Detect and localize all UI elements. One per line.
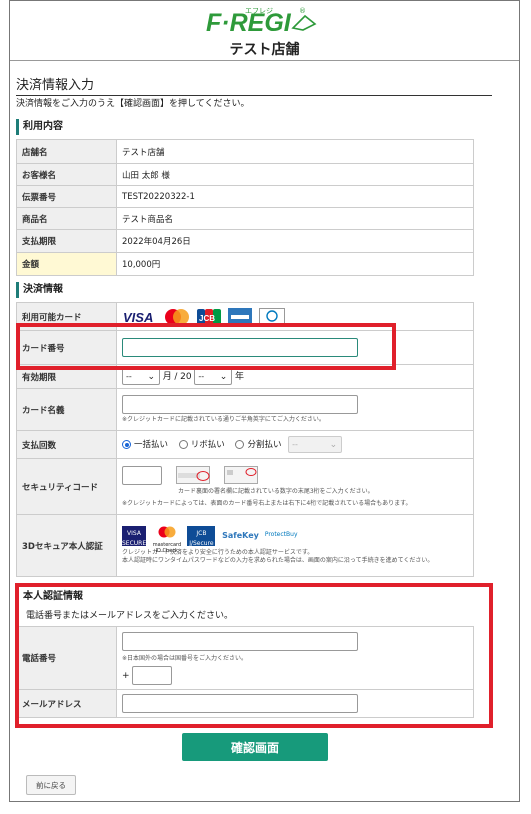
jcb-jsecure-icon: JCB J/Secure <box>187 526 216 547</box>
table-row: カード名義 ※クレジットカードに記載されている通りご半角英字にてご入力ください。 <box>16 388 474 431</box>
svg-text:JCB: JCB <box>199 314 215 323</box>
payment-heading: 決済情報 <box>16 282 492 298</box>
usage-value: 10,000円 <box>116 252 474 276</box>
page-title: 決済情報入力 <box>16 74 492 96</box>
logo-registered: ® <box>299 7 306 15</box>
table-row: セキュリティコード カード裏面の署名欄に記載されている数字の末尾3桁をご入力くだ… <box>16 458 474 515</box>
logo-kana: エフレジ <box>245 7 273 15</box>
usage-table: 店舗名 テスト店舗 お客様名 山田 太郎 様 伝票番号 TEST20220322-1 … <box>16 139 474 276</box>
chevron-down-icon: ⌄ <box>329 440 338 450</box>
chevron-down-icon: ⌄ <box>219 372 228 382</box>
installment-radio-revolving[interactable] <box>178 440 188 449</box>
installment-radio-lump[interactable] <box>122 440 131 449</box>
safekey-icon: SafeKey <box>222 531 259 540</box>
chevron-down-icon: ⌄ <box>147 372 155 382</box>
logo-mark-icon <box>291 14 317 31</box>
visa-icon: VISA <box>123 310 153 324</box>
protectbuy-icon: ProtectBuy <box>264 531 298 538</box>
visa-secure-icon: VISA SECURE <box>122 526 146 547</box>
expiry-prefix: 20 <box>180 372 192 382</box>
card-back-icon <box>176 466 210 484</box>
security-label: セキュリティコード <box>16 458 117 515</box>
installment-label: 支払回数 <box>16 430 117 459</box>
expiry-month-select[interactable]: -- ⌄ <box>122 368 160 385</box>
usage-label: 支払期限 <box>16 229 117 253</box>
expiry-separator: / <box>174 372 178 382</box>
table-row: 3Dセキュア本人認証 VISA SECURE mastercard ID Che… <box>16 514 474 577</box>
security-note-2: ※クレジットカードによっては、表面のカード番号右上または右下に4桁で記載されてい… <box>122 499 412 507</box>
expiry-year-select[interactable]: -- ⌄ <box>194 368 233 385</box>
usage-value: 2022年04月26日 <box>116 229 474 253</box>
ds-cell: VISA SECURE mastercard ID Check JCB J/Se… <box>116 514 474 577</box>
confirm-button[interactable]: 確認画面 <box>182 733 328 761</box>
ds-note-1: クレジットカード決済をより安全に行うための本人認証サービスです。 <box>122 549 314 556</box>
security-note-1: カード裏面の署名欄に記載されている数字の末尾3桁をご入力ください。 <box>178 487 374 495</box>
table-row: 店舗名 テスト店舗 <box>16 139 474 164</box>
ds-label: 3Dセキュア本人認証 <box>16 514 117 577</box>
security-code-input[interactable] <box>122 465 162 485</box>
usage-value: TEST20220322-1 <box>116 185 474 208</box>
page-lead: 決済情報をご入力のうえ【確認画面】を押してください。 <box>16 99 250 109</box>
table-row: 商品名 テスト商品名 <box>16 207 474 230</box>
mastercard-idcheck-icon: mastercard ID Check <box>153 526 181 554</box>
svg-text:VISA: VISA <box>123 310 153 324</box>
usage-label: 伝票番号 <box>16 185 117 208</box>
mastercard-icon <box>158 526 176 538</box>
usage-value: 山田 太郎 様 <box>116 163 474 186</box>
card-number-highlight <box>16 323 396 370</box>
card-holder-input[interactable] <box>122 395 358 414</box>
expiry-month-unit: 月 <box>162 372 172 382</box>
usage-label: お客様名 <box>16 163 117 186</box>
usage-heading: 利用内容 <box>16 119 492 135</box>
table-row: 金額 10,000円 <box>16 252 474 276</box>
expiry-year-unit: 年 <box>235 372 245 382</box>
installment-option: リボ払い <box>190 440 225 450</box>
usage-label: 店舗名 <box>16 139 117 164</box>
installment-radio-split[interactable] <box>235 440 245 449</box>
installment-count-select[interactable]: -- ⌄ <box>288 436 343 453</box>
identity-highlight <box>15 583 493 728</box>
usage-value: テスト商品名 <box>116 207 474 230</box>
table-row: 支払期限 2022年04月26日 <box>16 229 474 253</box>
installment-option: 分割払い <box>247 440 282 450</box>
holder-cell: ※クレジットカードに記載されている通りご半角英字にてご入力ください。 <box>116 388 474 431</box>
header: F·REGI エフレジ ® テスト店舗 <box>10 1 519 61</box>
store-name: テスト店舗 <box>229 42 300 58</box>
ds-note-2: 本人認証時にワンタイムパスワードなどの入力を求められた場合は、画面の案内に沿って… <box>122 557 434 564</box>
table-row: 支払回数 一括払い リボ払い 分割払い -- ⌄ <box>16 430 474 459</box>
usage-label: 商品名 <box>16 207 117 230</box>
security-cell: カード裏面の署名欄に記載されている数字の末尾3桁をご入力ください。 ※クレジット… <box>116 458 474 515</box>
table-row: お客様名 山田 太郎 様 <box>16 163 474 186</box>
back-button[interactable]: 前に戻る <box>26 775 76 795</box>
holder-label: カード名義 <box>16 388 117 431</box>
usage-label: 金額 <box>16 252 117 276</box>
installment-option: 一括払い <box>134 440 169 450</box>
holder-note: ※クレジットカードに記載されている通りご半角英字にてご入力ください。 <box>122 416 325 423</box>
usage-value: テスト店舗 <box>116 139 474 164</box>
table-row: 伝票番号 TEST20220322-1 <box>16 185 474 208</box>
installment-cell: 一括払い リボ払い 分割払い -- ⌄ <box>116 430 474 459</box>
card-front-icon <box>224 466 258 484</box>
